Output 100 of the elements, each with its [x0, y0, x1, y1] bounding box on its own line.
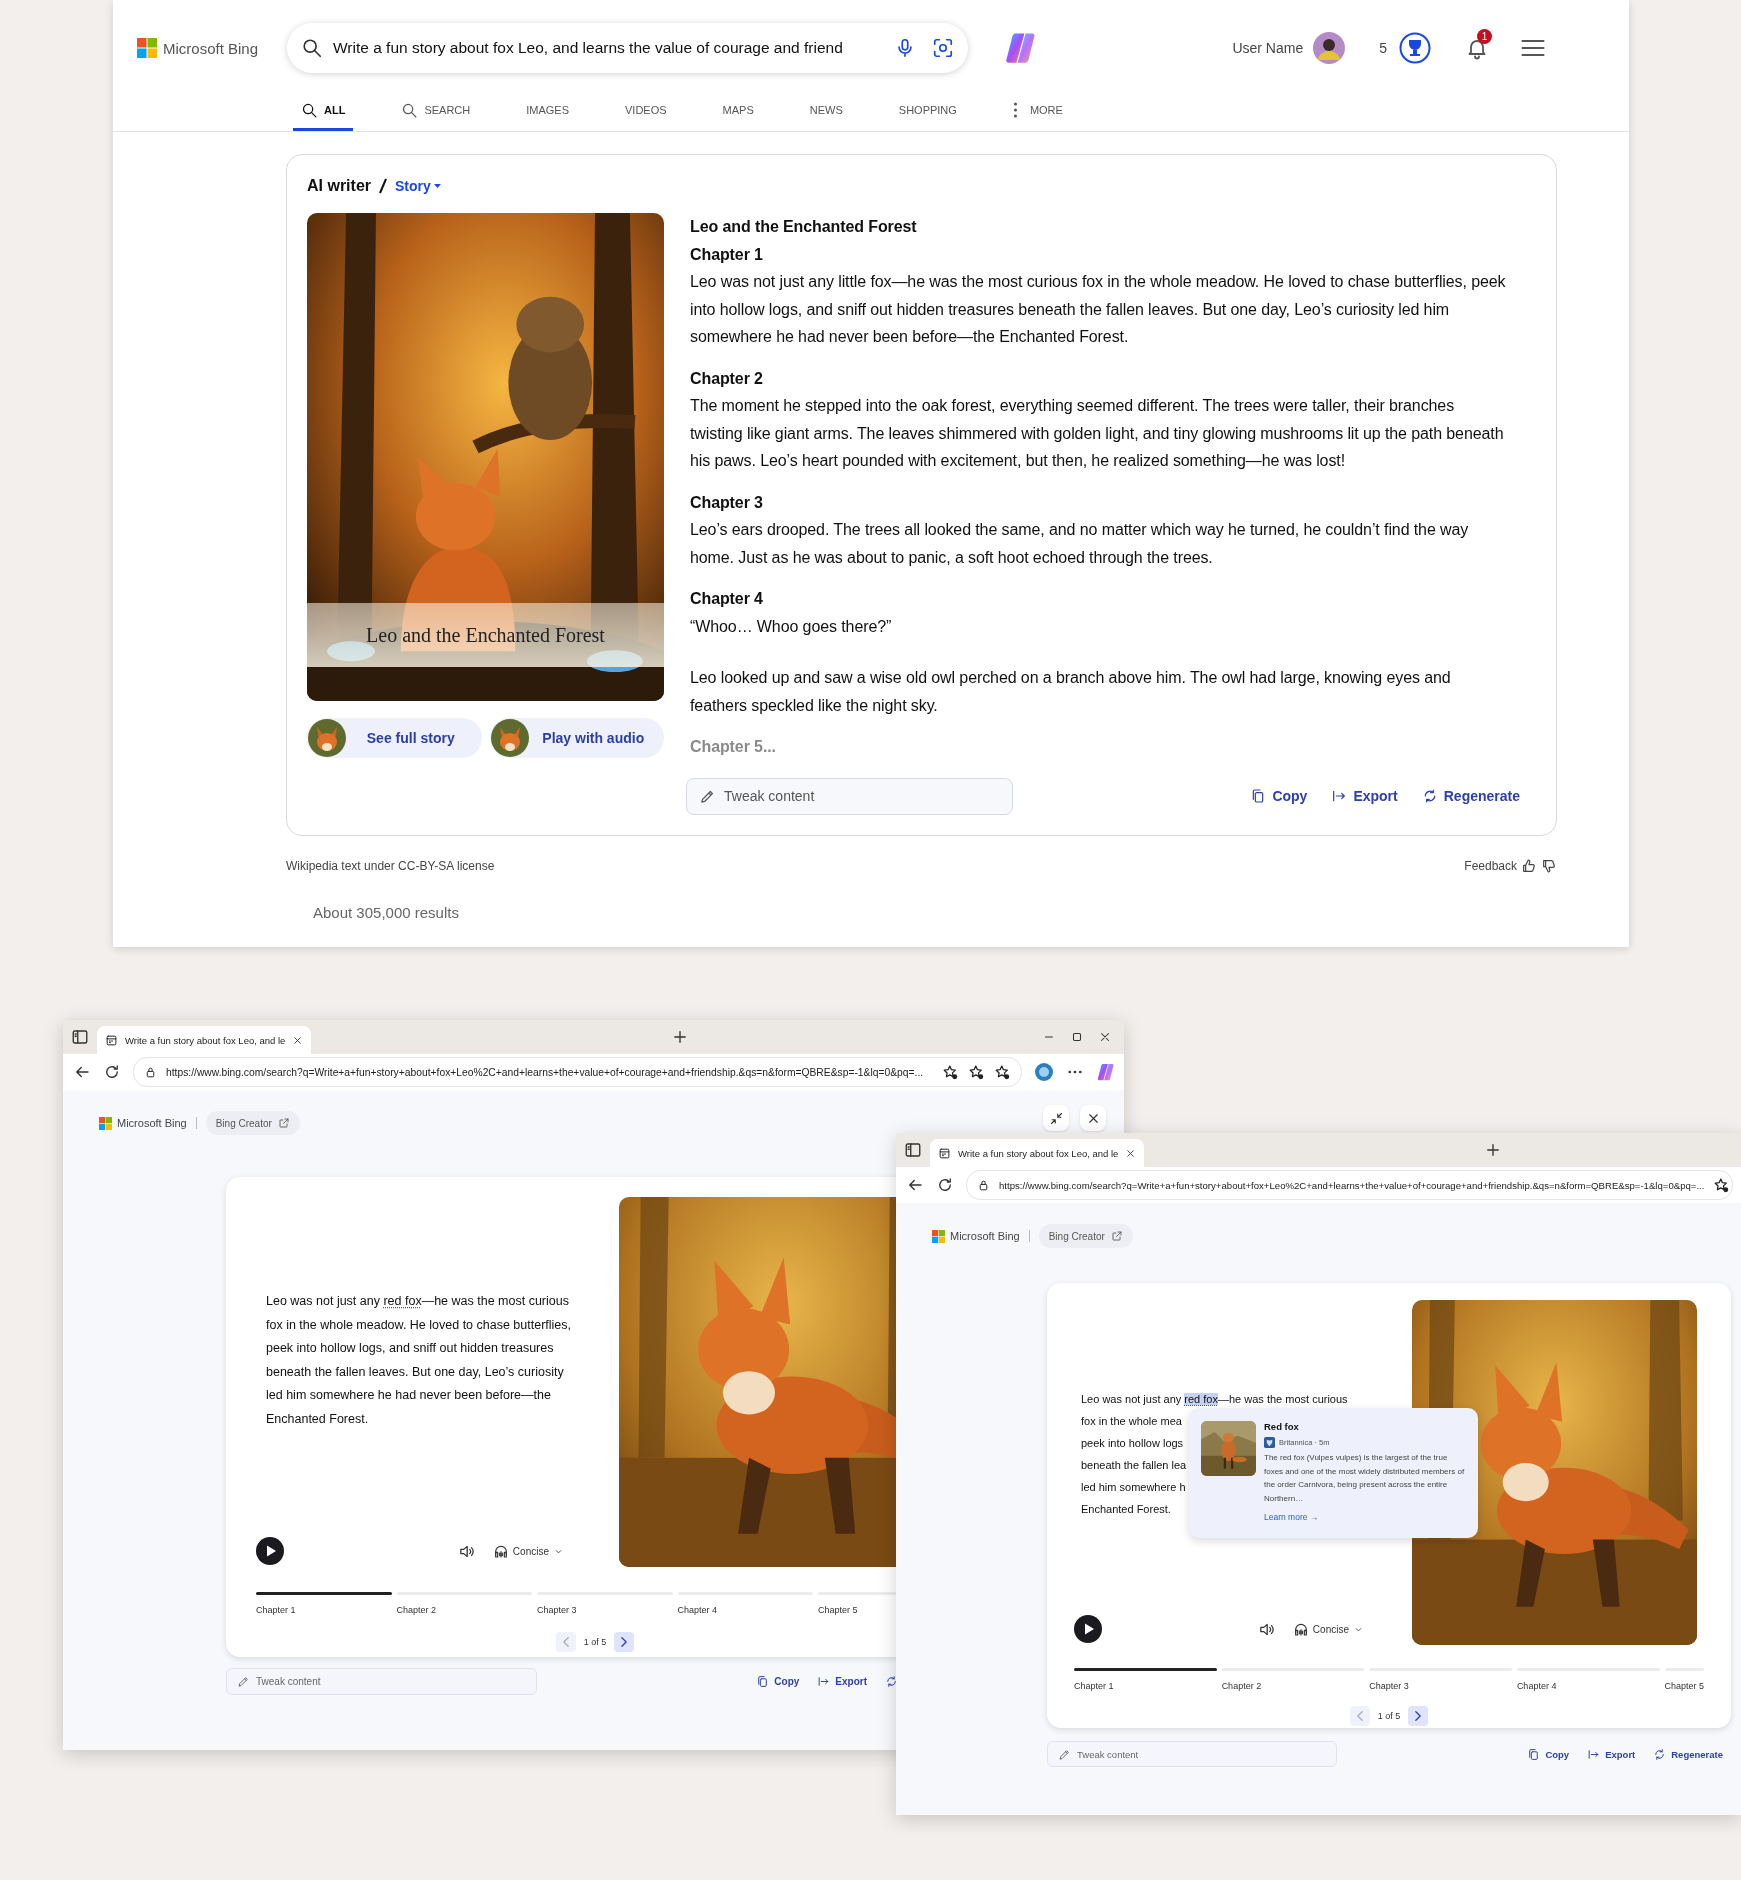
address-bar[interactable]: https://www.bing.com/search?q=Write+a+fun+story+about+fox+Leo%2C+and+learns+the+value+of+courage+and+friendship.&qs=n&form=QBRE&sp=-1&lq=0&pq=...: [966, 1170, 1733, 1200]
nav-tab[interactable]: ALL: [293, 96, 354, 131]
chapter-label[interactable]: Chapter 4: [677, 1605, 718, 1615]
profile-icon[interactable]: [1034, 1062, 1054, 1082]
page-indicator: 1 of 5: [583, 1637, 607, 1647]
export-icon: [817, 1675, 831, 1688]
nav-tab[interactable]: VIDEOS: [617, 96, 675, 131]
star-icon[interactable]: [1713, 1176, 1731, 1194]
story-button[interactable]: Play with audio: [489, 718, 664, 758]
chapter-label[interactable]: Chapter 2: [396, 1605, 437, 1615]
avatar-icon[interactable]: [1313, 32, 1346, 64]
export-button[interactable]: Export: [1331, 788, 1398, 804]
license-note: Wikipedia text under CC-BY-SA license: [286, 859, 495, 873]
lock-icon: [144, 1065, 157, 1079]
search-field[interactable]: Write a fun story about fox Leo, and learns the value of courage and friend: [287, 23, 968, 73]
external-link-icon: [277, 1117, 290, 1129]
brand-name[interactable]: Microsoft Bing: [950, 1230, 1020, 1242]
sidebar-icon[interactable]: [71, 1028, 89, 1046]
nav-tab[interactable]: MAPS: [714, 96, 762, 131]
tweak-field[interactable]: Tweak content: [226, 1668, 537, 1695]
thumbs-down-icon[interactable]: [1541, 858, 1557, 874]
mode-dropdown[interactable]: Story: [395, 178, 441, 194]
play-button[interactable]: [256, 1537, 284, 1565]
term-link[interactable]: red fox: [1184, 1393, 1218, 1405]
pencil-icon: [237, 1675, 250, 1688]
chapter-label[interactable]: Chapter 1: [1074, 1681, 1114, 1691]
copy-button[interactable]: Copy: [1250, 788, 1308, 804]
next-button[interactable]: [1408, 1706, 1429, 1726]
browser-tab[interactable]: Write a fun story about fox Leo, and le: [97, 1026, 312, 1054]
export-button[interactable]: Export: [817, 1675, 867, 1688]
pencil-icon: [1058, 1747, 1071, 1761]
close-button[interactable]: [1080, 1105, 1106, 1131]
collapse-button[interactable]: [1043, 1105, 1069, 1131]
story-text: fox in the whole mea: [1081, 1414, 1182, 1429]
scan-icon[interactable]: [932, 37, 954, 59]
next-button[interactable]: [614, 1632, 635, 1652]
tweak-field[interactable]: Tweak content: [1047, 1741, 1337, 1767]
user-name[interactable]: User Name: [1232, 40, 1304, 56]
term-link[interactable]: red fox: [383, 1294, 422, 1308]
tweak-field[interactable]: Tweak content: [686, 777, 1013, 815]
page-icon: [105, 1033, 118, 1047]
story-text: Enchanted Forest.: [1081, 1502, 1171, 1517]
star-icon[interactable]: [994, 1063, 1011, 1081]
nav-tab[interactable]: MORE: [1004, 96, 1071, 131]
story-paragraph: Leo was not just any little fox—he was the most curious fox in the whole meadow. He loved to chase butterflies, peek into hollow logs, and sniff out hidden treasures beneath the fallen leaves. But one day, Leo’s curiosity led him somewhere he had never been before—the Enchanted Forest.: [690, 272, 1507, 347]
chapter-heading: Chapter 2: [690, 368, 764, 389]
app-logo-icon[interactable]: [1096, 1062, 1116, 1082]
star-icon[interactable]: [968, 1063, 985, 1081]
voice-dropdown[interactable]: Concise: [492, 1543, 564, 1559]
chapter-label[interactable]: Chapter 5: [818, 1605, 858, 1615]
story-title: Leo and the Enchanted Forest: [690, 217, 918, 237]
creator-link[interactable]: Bing Creator: [205, 1111, 300, 1135]
export-button[interactable]: Export: [1587, 1747, 1636, 1761]
chapter-teaser: Chapter 5...: [690, 737, 777, 757]
story-text: led him somewhere he had never been before—the: [266, 1387, 551, 1404]
chapter-heading: Chapter 1: [690, 244, 764, 265]
chapter-label[interactable]: Chapter 1: [256, 1605, 296, 1615]
close-icon[interactable]: [292, 1034, 304, 1046]
learn-more-link[interactable]: Learn more →: [1264, 1512, 1319, 1522]
regenerate-button[interactable]: [885, 1675, 898, 1688]
story-text: led him somewhere h: [1081, 1480, 1186, 1495]
star-icon[interactable]: [942, 1063, 959, 1081]
sidebar-icon[interactable]: [904, 1141, 922, 1159]
trophy-icon[interactable]: [1399, 32, 1431, 64]
nav-tab[interactable]: SHOPPING: [890, 96, 965, 131]
close-icon[interactable]: [1098, 1030, 1112, 1044]
chapter-label[interactable]: Chapter 3: [537, 1605, 577, 1615]
search-icon: [301, 101, 318, 119]
copy-button[interactable]: Copy: [1527, 1747, 1570, 1761]
play-button[interactable]: [1074, 1615, 1102, 1643]
reload-icon[interactable]: [936, 1176, 954, 1194]
chapter-label[interactable]: Chapter 2: [1221, 1681, 1262, 1691]
brand-name[interactable]: Microsoft Bing: [163, 39, 259, 57]
regenerate-button[interactable]: Regenerate: [1421, 788, 1520, 804]
chapter-label[interactable]: Chapter 3: [1369, 1681, 1409, 1691]
brand-name[interactable]: Microsoft Bing: [117, 1117, 187, 1129]
maximize-icon[interactable]: [1070, 1030, 1084, 1044]
chapter-heading: Chapter 4: [690, 589, 764, 609]
close-icon[interactable]: [1125, 1147, 1137, 1159]
reload-icon[interactable]: [103, 1063, 121, 1081]
fox-avatar-icon: [308, 719, 346, 757]
feedback-link[interactable]: Feedback: [1464, 859, 1517, 873]
chapter-label[interactable]: Chapter 4: [1516, 1681, 1557, 1691]
voice-dropdown[interactable]: Concise: [1292, 1621, 1364, 1637]
creator-link[interactable]: Bing Creator: [1038, 1224, 1133, 1248]
story-button[interactable]: See full story: [307, 718, 482, 758]
thumbs-up-icon[interactable]: [1521, 858, 1537, 874]
external-link-icon: [1110, 1230, 1123, 1242]
nav-tab[interactable]: NEWS: [801, 96, 851, 131]
copy-icon: [1527, 1747, 1541, 1761]
browser-tab[interactable]: Write a fun story about fox Leo, and le: [930, 1139, 1145, 1167]
regenerate-button[interactable]: Regenerate: [1653, 1747, 1723, 1761]
story-text: fox in the whole meadow. He loved to chase butterflies,: [266, 1316, 572, 1334]
address-bar[interactable]: https://www.bing.com/search?q=Write+a+fun+story+about+fox+Leo%2C+and+learns+the+value+of+courage+and+friendship.&qs=n&form=QBRE&sp=-1&lq=0&pq=...: [133, 1057, 1022, 1087]
nav-tab[interactable]: SEARCH: [393, 96, 479, 131]
copy-button[interactable]: Copy: [756, 1675, 800, 1688]
chapter-label[interactable]: Chapter 5: [1664, 1681, 1705, 1691]
logo-icon: [137, 38, 157, 58]
nav-tab[interactable]: IMAGES: [518, 96, 578, 131]
regenerate-icon: [1653, 1747, 1667, 1761]
